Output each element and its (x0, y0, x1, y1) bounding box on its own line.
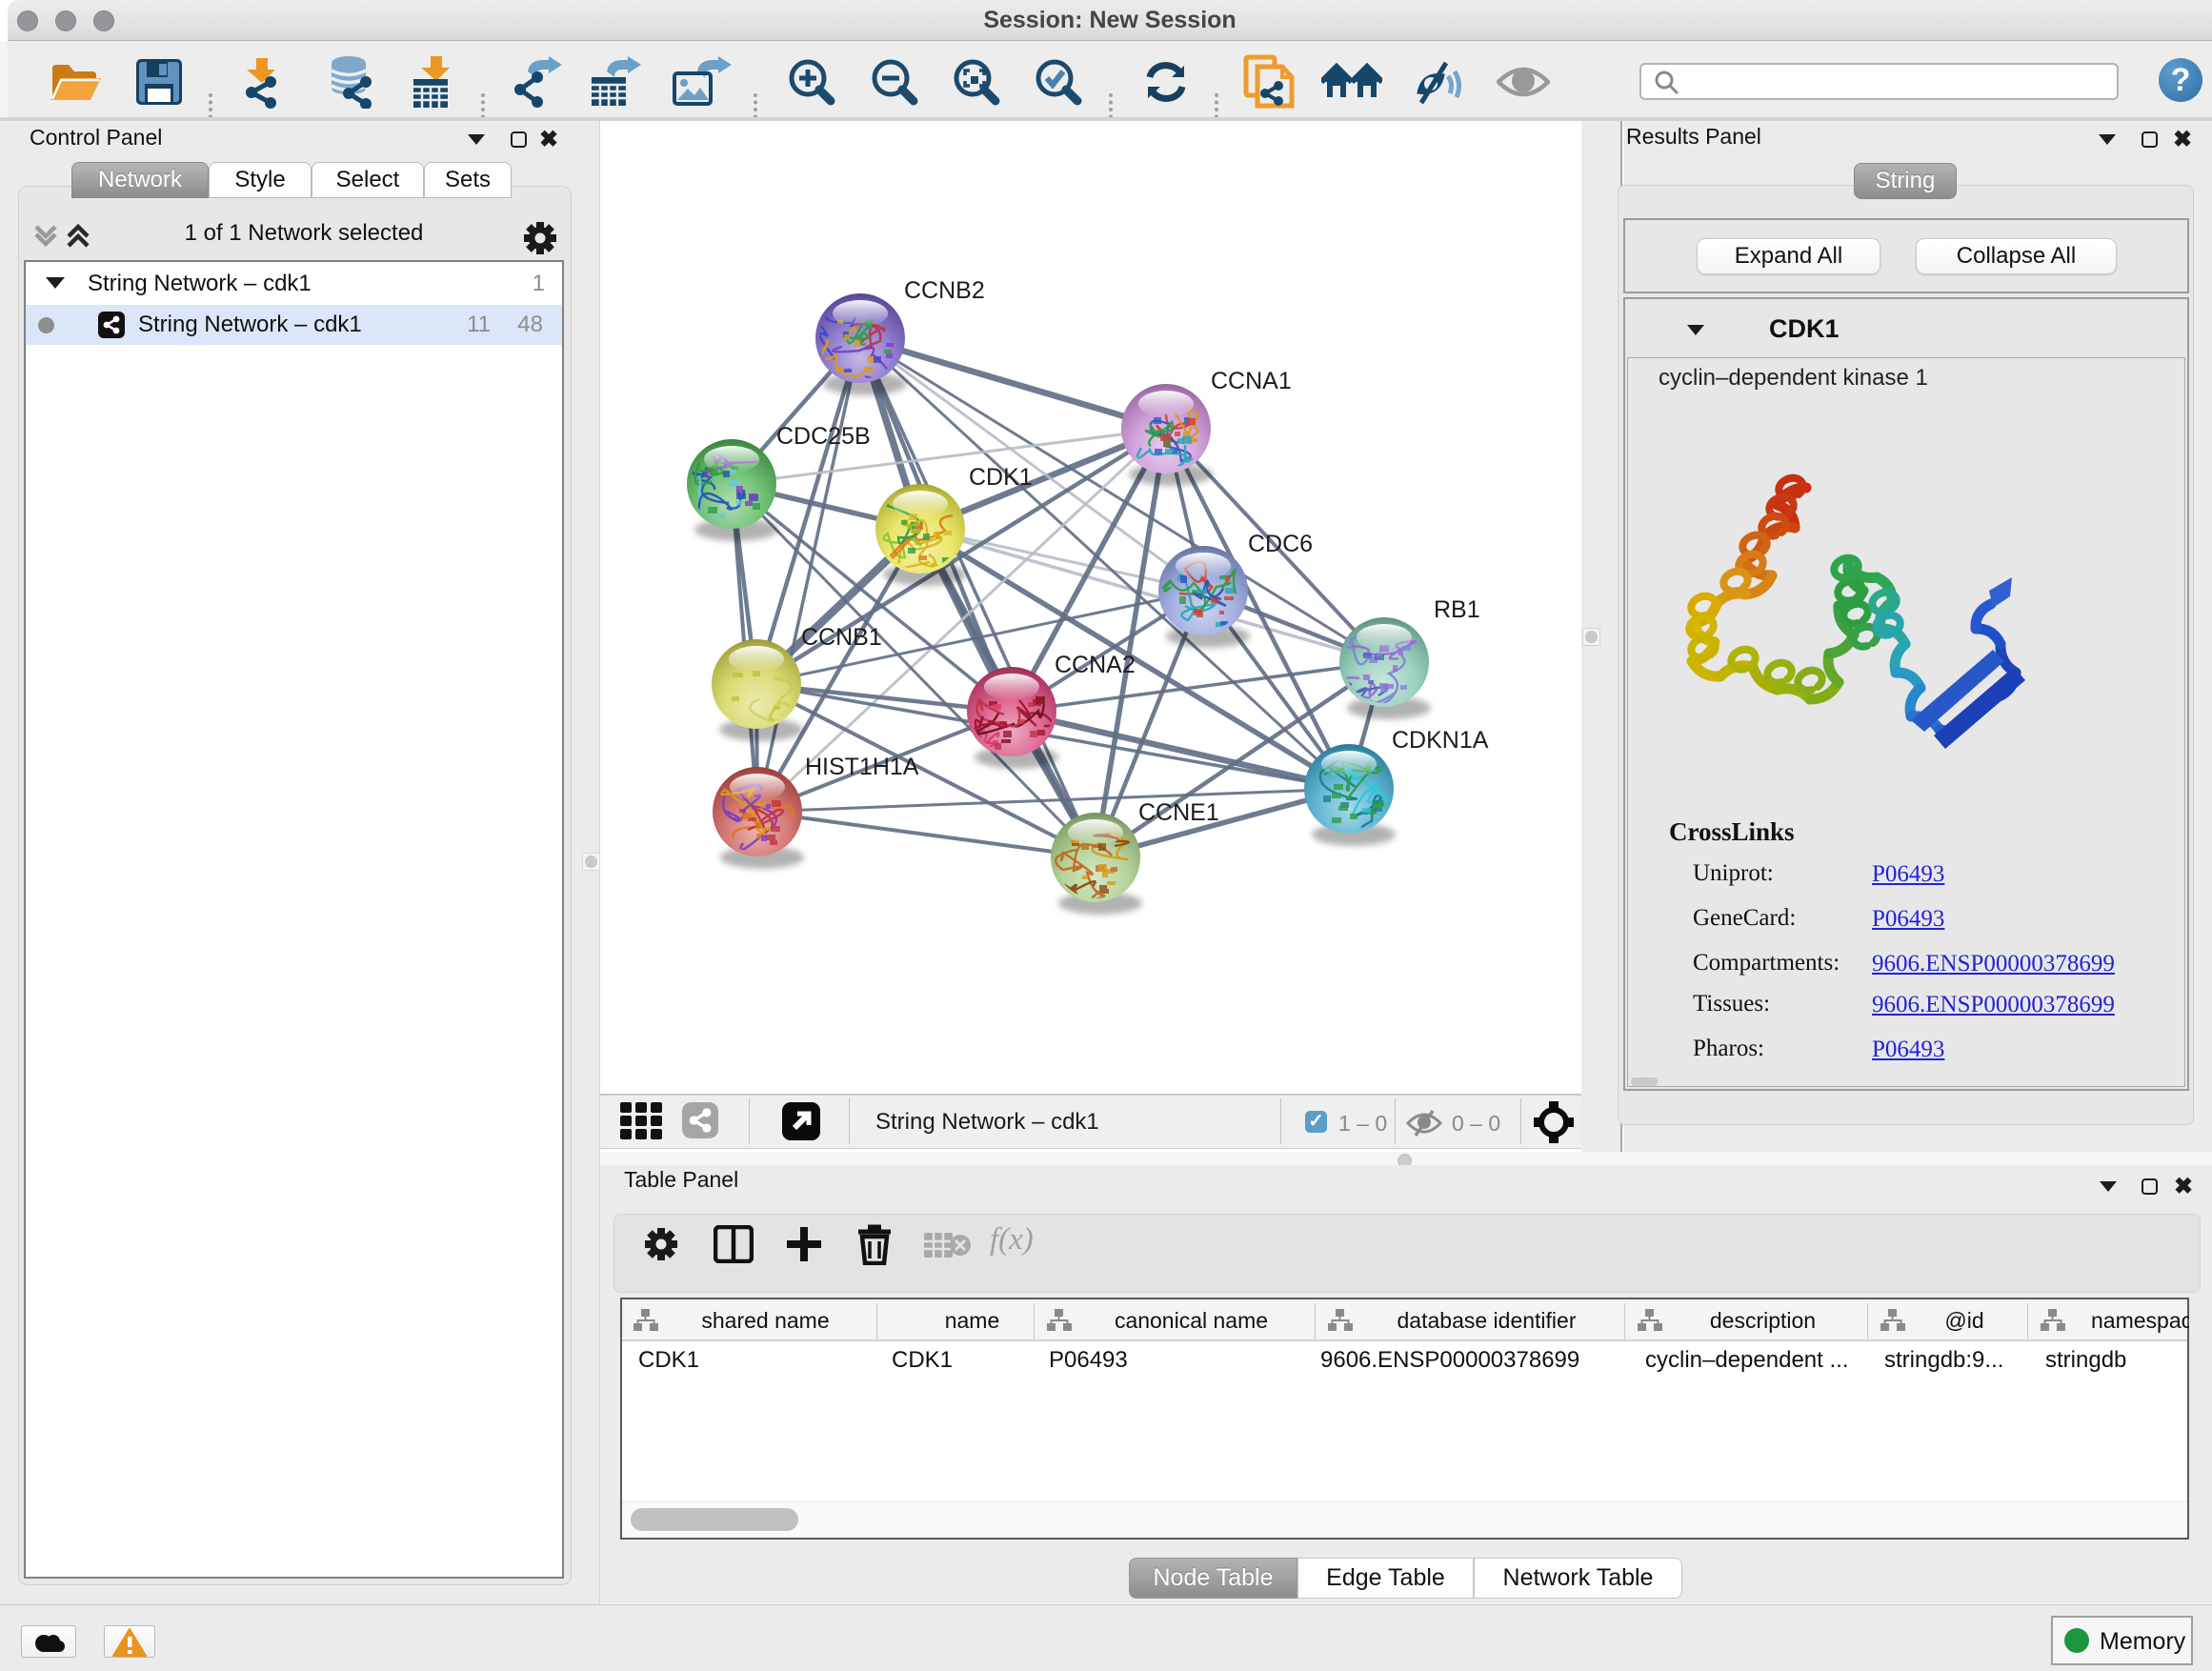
svg-text:RB1: RB1 (1434, 596, 1480, 623)
svg-text:CDC6: CDC6 (1248, 531, 1313, 557)
svg-text:CDC25B: CDC25B (776, 423, 871, 450)
svg-text:CDKN1A: CDKN1A (1392, 727, 1489, 754)
svg-text:CCNA1: CCNA1 (1211, 368, 1292, 394)
svg-text:CCNB2: CCNB2 (904, 277, 985, 304)
svg-text:CCNA2: CCNA2 (1055, 652, 1136, 678)
svg-text:CDK1: CDK1 (969, 464, 1033, 491)
svg-text:CCNB1: CCNB1 (801, 624, 882, 651)
svg-text:HIST1H1A: HIST1H1A (805, 754, 919, 780)
svg-text:CCNE1: CCNE1 (1138, 799, 1219, 826)
